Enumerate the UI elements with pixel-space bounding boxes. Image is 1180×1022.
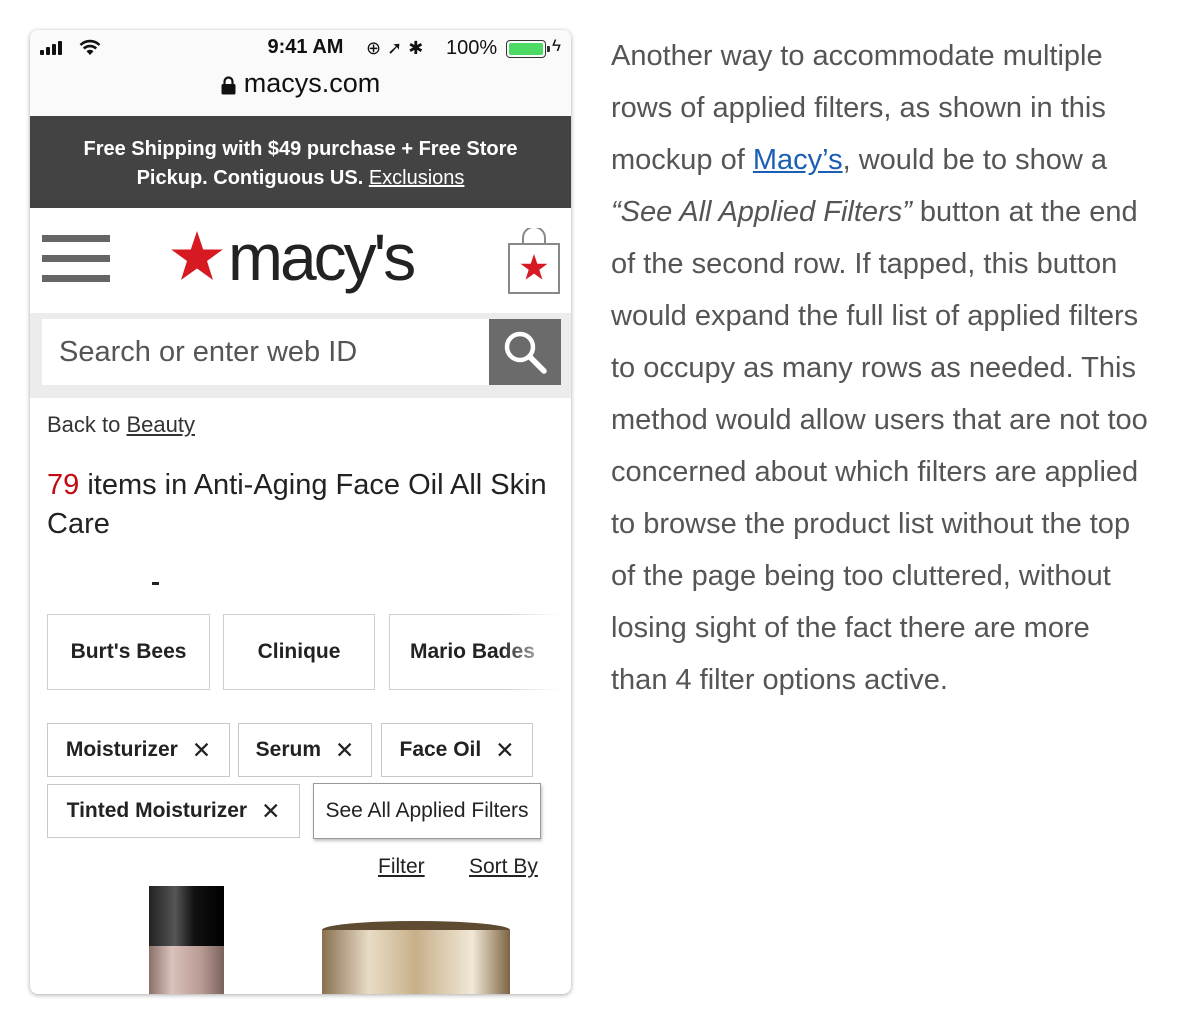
see-all-applied-filters-button[interactable]: See All Applied Filters xyxy=(313,783,541,839)
brand-filter-clinique[interactable]: Clinique xyxy=(223,614,375,690)
breadcrumb-prefix: Back to xyxy=(47,412,121,437)
star-icon xyxy=(171,231,223,280)
filter-link[interactable]: Filter xyxy=(378,855,425,879)
applied-filter-label: Moisturizer xyxy=(65,738,178,761)
brand-filter-burts-bees[interactable]: Burt's Bees xyxy=(47,614,210,690)
search-bar xyxy=(30,313,571,398)
results-heading: 79 items in Anti-Aging Face Oil All Skin… xyxy=(47,466,547,544)
remove-icon[interactable]: ✕ xyxy=(261,798,280,825)
article-text-3: button at the end of the second row. If … xyxy=(611,196,1148,696)
breadcrumb: Back to Beauty xyxy=(47,412,195,438)
search-icon xyxy=(504,331,547,374)
logo-text: macy's xyxy=(228,220,416,294)
shopping-bag-icon[interactable] xyxy=(508,228,560,294)
location-icon: ➚ xyxy=(387,38,403,58)
divider xyxy=(152,582,159,585)
phone-mockup: 9:41 AM ⊕ ➚ ✱ 100% ϟ macys.com Free Ship… xyxy=(30,30,571,994)
article-paragraph: Another way to accommodate multiple rows… xyxy=(611,30,1151,706)
remove-icon[interactable]: ✕ xyxy=(495,737,514,764)
promo-line-2: Pickup. Contiguous US. xyxy=(136,167,364,189)
orientation-lock-icon: ⊕ xyxy=(366,38,382,58)
site-header: macy's xyxy=(30,208,571,313)
battery-percentage: 100% xyxy=(446,37,498,59)
menu-icon[interactable] xyxy=(42,235,110,285)
results-text: items in Anti-Aging Face Oil All Skin Ca… xyxy=(47,469,547,540)
applied-filter-serum[interactable]: Serum ✕ xyxy=(238,723,372,777)
sort-by-link[interactable]: Sort By xyxy=(469,855,538,879)
brand-filter-carousel[interactable]: Burt's Bees Clinique Mario Bades xyxy=(47,614,571,690)
remove-icon[interactable]: ✕ xyxy=(192,737,211,764)
lock-icon xyxy=(221,76,236,95)
battery-icon xyxy=(506,40,550,58)
applied-filter-moisturizer[interactable]: Moisturizer ✕ xyxy=(47,723,230,777)
bluetooth-icon: ✱ xyxy=(408,38,424,58)
applied-filter-label: Serum xyxy=(255,738,322,761)
address-bar[interactable]: macys.com xyxy=(30,68,571,99)
article-quote: “See All Applied Filters” xyxy=(611,196,912,228)
breadcrumb-link-beauty[interactable]: Beauty xyxy=(127,412,196,437)
search-button[interactable] xyxy=(489,319,561,385)
results-count: 79 xyxy=(47,469,80,501)
applied-filter-label: Face Oil xyxy=(399,738,482,761)
product-image-face-oil-bottle[interactable] xyxy=(148,886,225,994)
url-text: macys.com xyxy=(243,68,381,98)
applied-filter-face-oil[interactable]: Face Oil ✕ xyxy=(381,723,533,777)
promo-line-1: Free Shipping with $49 purchase + Free S… xyxy=(83,138,518,160)
product-image-cream-jar[interactable] xyxy=(320,920,512,994)
exclusions-link[interactable]: Exclusions xyxy=(369,167,465,189)
macys-logo[interactable]: macy's xyxy=(170,220,416,294)
macys-link[interactable]: Macy’s xyxy=(753,144,843,176)
applied-filter-tinted-moisturizer[interactable]: Tinted Moisturizer ✕ xyxy=(47,784,300,838)
remove-icon[interactable]: ✕ xyxy=(335,737,354,764)
charging-icon: ϟ xyxy=(552,36,561,55)
applied-filter-label: Tinted Moisturizer xyxy=(66,799,248,822)
shipping-promo-banner: Free Shipping with $49 purchase + Free S… xyxy=(30,116,571,208)
search-input[interactable] xyxy=(42,319,490,385)
article-text-2: , would be to show a xyxy=(842,144,1107,176)
